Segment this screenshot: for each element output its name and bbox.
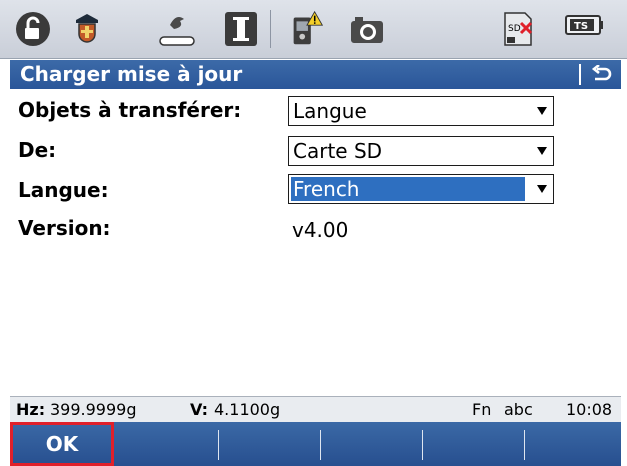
v-label: V: — [190, 400, 209, 419]
clock: 10:08 — [566, 400, 613, 419]
hz-label: Hz: — [16, 400, 46, 419]
language-label: Langue: — [18, 178, 109, 202]
language-dropdown[interactable]: French — [288, 174, 554, 204]
v-value: 4.1100g — [214, 400, 281, 419]
hz-value: 399.9999g — [50, 400, 137, 419]
chevron-down-icon — [537, 185, 547, 193]
softkey-f6[interactable] — [524, 422, 621, 466]
title-divider — [579, 64, 581, 85]
sd-card-error-icon[interactable]: SD — [498, 8, 540, 50]
back-icon[interactable] — [589, 62, 615, 87]
input-mode-indicator: abc — [504, 400, 533, 419]
level-bubble-icon[interactable] — [156, 8, 198, 50]
softkey-f5[interactable] — [422, 422, 524, 466]
chevron-down-icon — [537, 147, 547, 155]
shield-icon[interactable] — [66, 8, 108, 50]
version-value: v4.00 — [292, 218, 349, 242]
camera-icon[interactable] — [346, 8, 388, 50]
title-bar: Charger mise à jour — [10, 60, 621, 89]
toolbar: SD TS — [0, 0, 627, 59]
chevron-down-icon — [537, 107, 547, 115]
softkey-bar: OK — [10, 422, 621, 466]
objects-label: Objets à transférer: — [18, 98, 242, 122]
version-label: Version: — [18, 216, 111, 240]
svg-text:TS: TS — [574, 21, 588, 32]
objects-dropdown[interactable]: Langue — [288, 96, 554, 126]
softkey-f4[interactable] — [320, 422, 422, 466]
status-bar: Hz: 399.9999g V: 4.1100g Fn abc 10:08 — [10, 396, 621, 423]
battery-ts-icon[interactable]: TS — [564, 8, 606, 50]
text-cursor-icon[interactable] — [220, 8, 262, 50]
language-dropdown-value: French — [291, 177, 525, 201]
unlock-icon[interactable] — [12, 8, 54, 50]
fn-indicator: Fn — [472, 400, 492, 419]
from-dropdown[interactable]: Carte SD — [288, 136, 554, 166]
instrument-warning-icon[interactable] — [286, 8, 328, 50]
objects-dropdown-value: Langue — [293, 99, 367, 123]
svg-text:SD: SD — [508, 24, 521, 34]
from-dropdown-value: Carte SD — [293, 139, 383, 163]
from-label: De: — [18, 138, 57, 162]
ok-button[interactable]: OK — [10, 422, 114, 466]
page-title: Charger mise à jour — [20, 62, 243, 86]
softkey-f3[interactable] — [218, 422, 320, 466]
softkey-f2[interactable] — [114, 422, 218, 466]
